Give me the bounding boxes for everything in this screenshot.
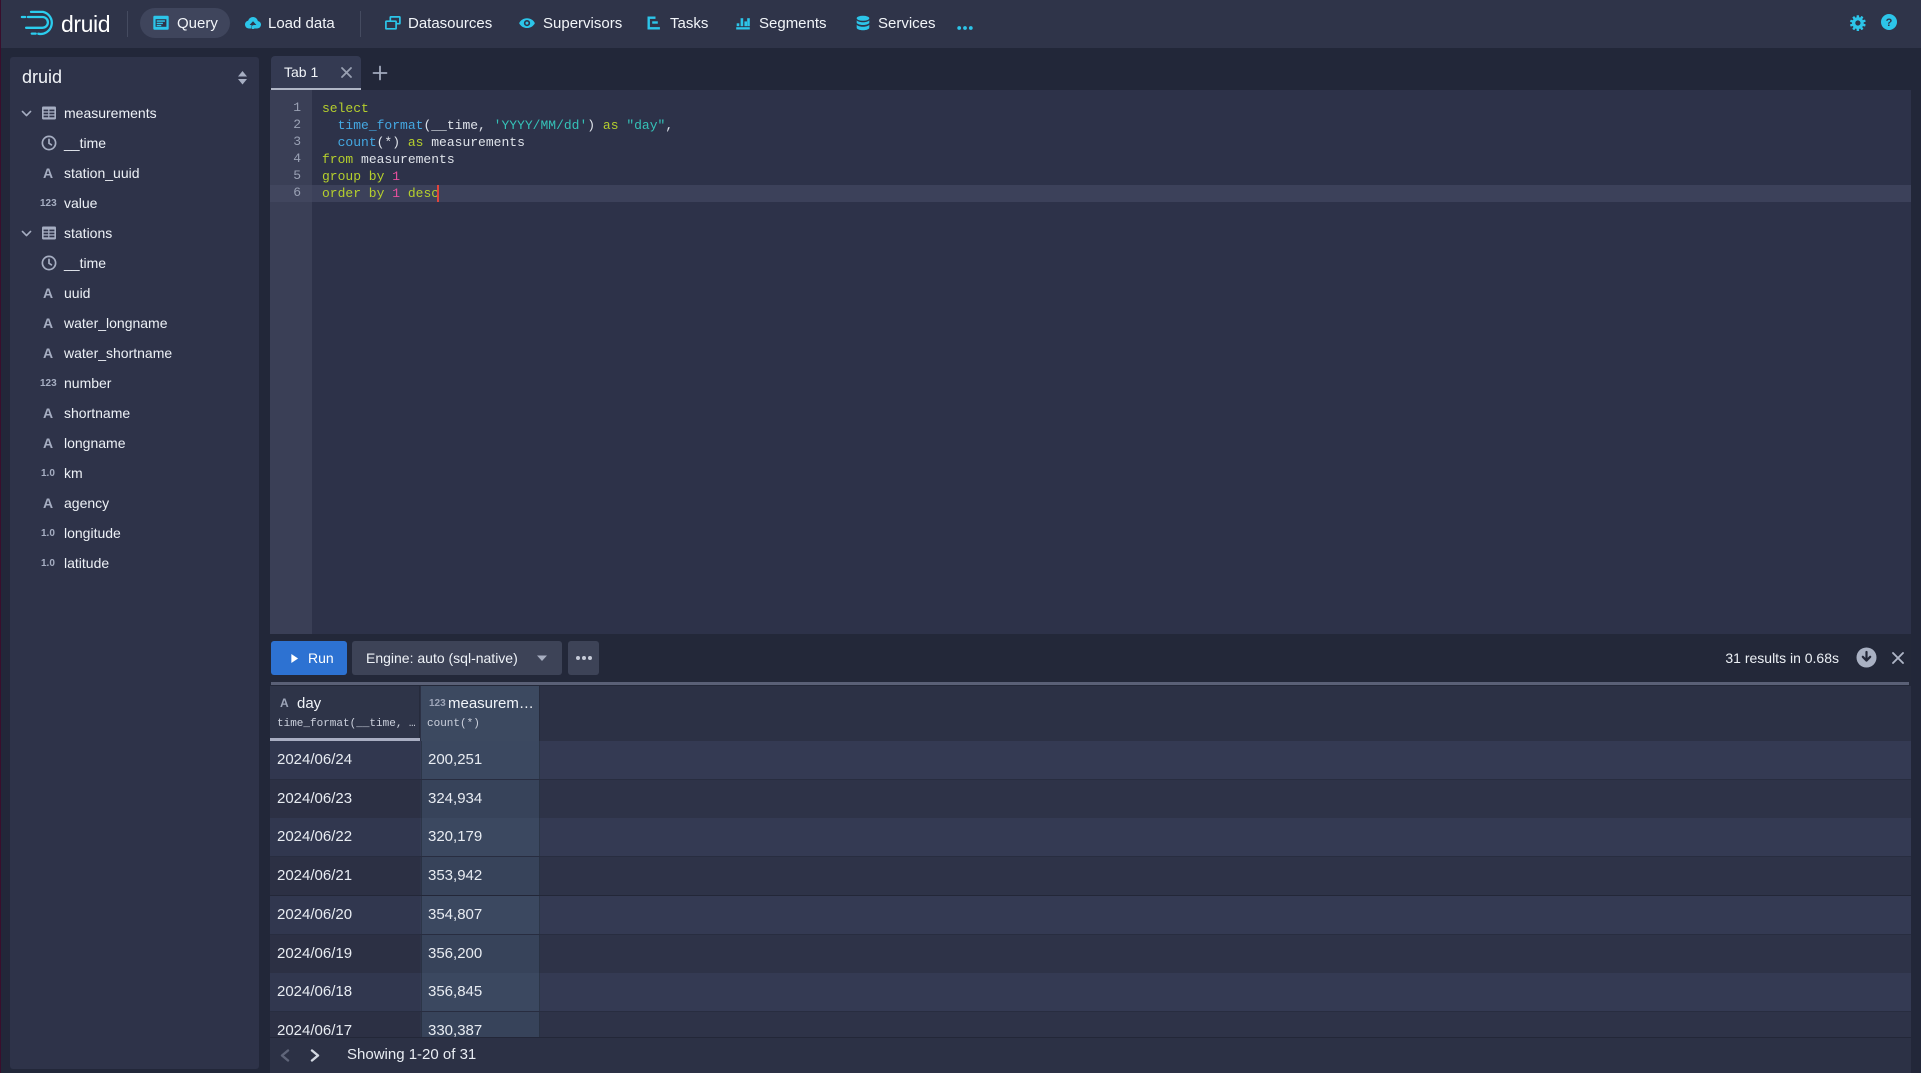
svg-text:?: ?: [1886, 17, 1893, 29]
